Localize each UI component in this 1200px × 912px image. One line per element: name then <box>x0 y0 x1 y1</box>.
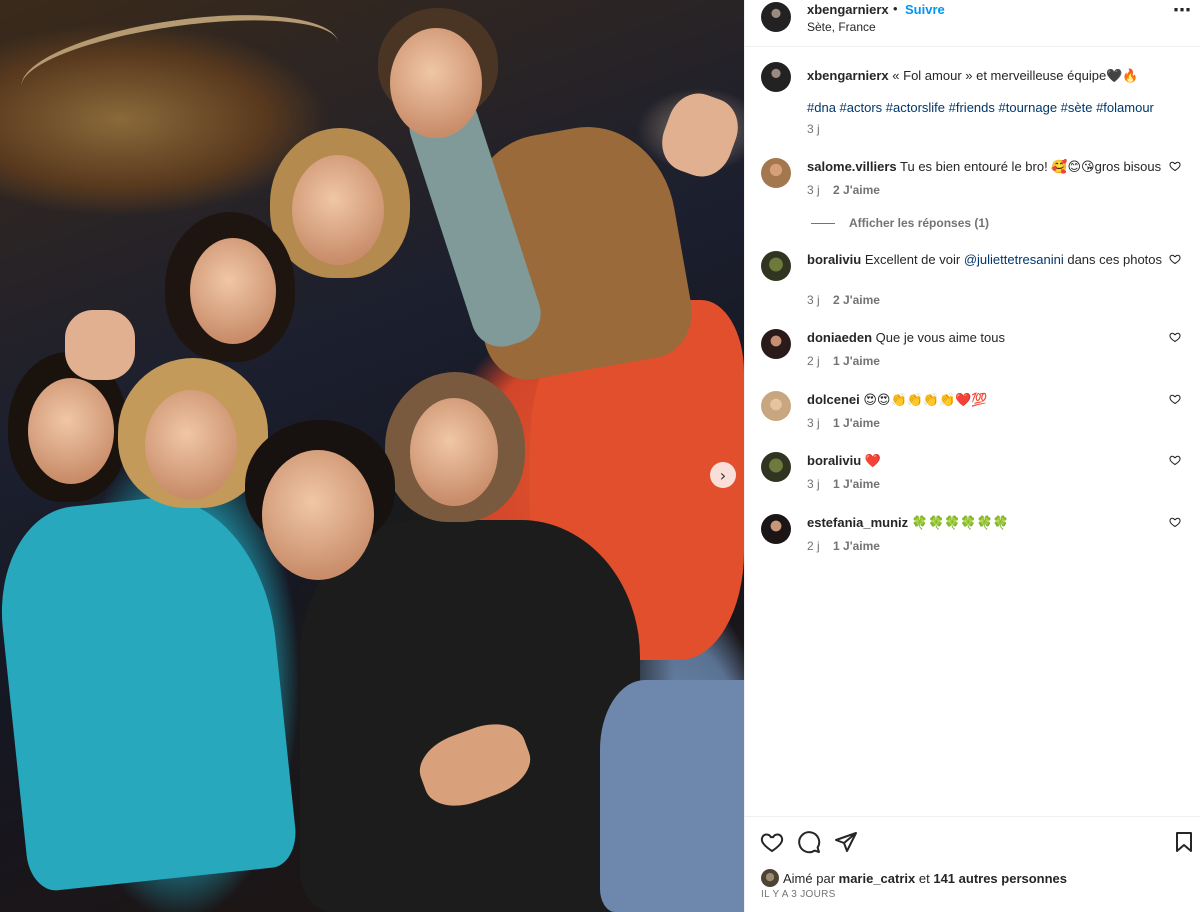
photo-face <box>262 450 374 580</box>
photo-hand <box>65 310 135 380</box>
photo-face <box>410 398 498 506</box>
photo-rope <box>15 0 345 132</box>
heart-icon[interactable] <box>1169 331 1181 343</box>
comment-likes[interactable]: 2 J'aime <box>833 183 880 197</box>
liked-by-text: Aimé par marie_catrix et 141 autres pers… <box>783 871 1067 886</box>
carousel-next-button[interactable]: › <box>710 462 736 488</box>
photo-jeans <box>600 680 744 912</box>
comment-meta: 3 j 1 J'aime <box>807 416 880 430</box>
comment-time: 3 j <box>807 183 820 197</box>
follow-button[interactable]: Suivre <box>905 2 945 17</box>
comment-time: 3 j <box>807 416 820 430</box>
comment-username[interactable]: estefania_muniz <box>807 515 908 530</box>
liked-others[interactable]: 141 autres personnes <box>933 871 1067 886</box>
header-divider <box>745 46 1200 47</box>
actions-divider <box>745 816 1200 817</box>
comment-time: 3 j <box>807 477 820 491</box>
comment-username[interactable]: boraliviu <box>807 252 861 267</box>
comment-mention[interactable]: @juliettetresanini <box>964 252 1064 267</box>
comment-username[interactable]: salome.villiers <box>807 159 897 174</box>
photo-leather-jacket <box>300 520 640 912</box>
comment-likes[interactable]: 1 J'aime <box>833 354 880 368</box>
heart-icon[interactable] <box>1169 454 1181 466</box>
comment-avatar[interactable] <box>761 329 791 359</box>
heart-icon[interactable] <box>1169 516 1181 528</box>
header-separator: • <box>893 1 898 16</box>
photo-blue-jacket <box>0 486 300 894</box>
liked-user[interactable]: marie_catrix <box>839 871 916 886</box>
chevron-right-icon: › <box>719 465 727 485</box>
bookmark-icon[interactable] <box>1172 830 1196 854</box>
heart-icon[interactable] <box>1169 160 1181 172</box>
share-icon[interactable] <box>834 830 858 854</box>
caption-username[interactable]: xbengarnierx <box>807 68 889 83</box>
post-caption: xbengarnierx « Fol amour » et merveilleu… <box>807 67 1177 84</box>
comment-likes[interactable]: 1 J'aime <box>833 539 880 553</box>
comment-text: ❤️ <box>864 453 881 468</box>
replies-label: Afficher les réponses (1) <box>849 216 990 230</box>
comment-avatar[interactable] <box>761 452 791 482</box>
comment-body: boraliviu ❤️ <box>807 452 1177 469</box>
photo-face <box>145 390 237 500</box>
liker-avatar[interactable] <box>761 869 779 887</box>
comment-avatar[interactable] <box>761 158 791 188</box>
author-avatar[interactable] <box>761 2 791 32</box>
comment-meta: 3 j 1 J'aime <box>807 477 880 491</box>
photo-face <box>190 238 276 344</box>
comment-text: 😍😍👏👏👏👏❤️💯 <box>863 392 988 407</box>
caption-avatar[interactable] <box>761 62 791 92</box>
comment-text: dans ces photos <box>1063 252 1163 267</box>
comment-time: 2 j <box>807 539 820 553</box>
comment-text: Que je vous aime tous <box>875 330 1005 345</box>
comment-meta: 3 j 2 J'aime <box>807 293 880 307</box>
comment-meta: 3 j 2 J'aime <box>807 183 880 197</box>
comment-icon[interactable] <box>797 830 821 854</box>
caption-time: 3 j <box>807 122 820 136</box>
photo-face <box>292 155 384 265</box>
comment-time: 3 j <box>807 293 820 307</box>
post-date[interactable]: IL Y A 3 JOURS <box>761 889 836 900</box>
liked-middle: et <box>915 871 934 886</box>
comment-body: estefania_muniz 🍀🍀🍀🍀🍀🍀 <box>807 514 1177 531</box>
comment-time: 2 j <box>807 354 820 368</box>
comment-text: Excellent de voir <box>864 252 964 267</box>
comment-meta: 2 j 1 J'aime <box>807 354 880 368</box>
comment-avatar[interactable] <box>761 514 791 544</box>
author-username[interactable]: xbengarnierx <box>807 2 889 17</box>
comment-text: 🍀🍀🍀🍀🍀🍀 <box>911 515 1009 530</box>
caption-hashtags[interactable]: #dna #actors #actorslife #friends #tourn… <box>807 100 1187 115</box>
post-side-panel: xbengarnierx • Suivre Sète, France ⋯ xbe… <box>744 0 1200 912</box>
photo-hand <box>653 85 744 185</box>
comment-meta: 2 j 1 J'aime <box>807 539 880 553</box>
comment-likes[interactable]: 1 J'aime <box>833 477 880 491</box>
liked-prefix: Aimé par <box>783 871 839 886</box>
comment-username[interactable]: doniaeden <box>807 330 872 345</box>
heart-icon[interactable] <box>1169 253 1181 265</box>
photo-face <box>28 378 114 484</box>
comment-avatar[interactable] <box>761 391 791 421</box>
comment-avatar[interactable] <box>761 251 791 281</box>
comment-text: Tu es bien entouré le bro! 🥰😊😘gros bisou… <box>900 159 1162 174</box>
post-header: xbengarnierx • Suivre Sète, France ⋯ <box>745 0 1200 44</box>
replies-line <box>811 223 835 225</box>
comment-body: doniaeden Que je vous aime tous <box>807 329 1177 346</box>
photo-face <box>390 28 482 138</box>
comment-username[interactable]: boraliviu <box>807 453 861 468</box>
caption-text: « Fol amour » et merveilleuse équipe🖤🔥 <box>892 68 1139 83</box>
post-location[interactable]: Sète, France <box>807 20 876 34</box>
comment-username[interactable]: dolcenei <box>807 392 860 407</box>
heart-icon[interactable] <box>760 830 784 854</box>
comment-likes[interactable]: 1 J'aime <box>833 416 880 430</box>
comment-likes[interactable]: 2 J'aime <box>833 293 880 307</box>
comment-body: salome.villiers Tu es bien entouré le br… <box>807 158 1177 175</box>
post-photo[interactable]: › <box>0 0 744 912</box>
view-replies-button[interactable]: Afficher les réponses (1) <box>811 216 989 230</box>
comment-body: dolcenei 😍😍👏👏👏👏❤️💯 <box>807 391 1177 408</box>
heart-icon[interactable] <box>1169 393 1181 405</box>
comment-body: boraliviu Excellent de voir @juliettetre… <box>807 251 1177 268</box>
more-options-icon[interactable]: ⋯ <box>1173 0 1192 21</box>
